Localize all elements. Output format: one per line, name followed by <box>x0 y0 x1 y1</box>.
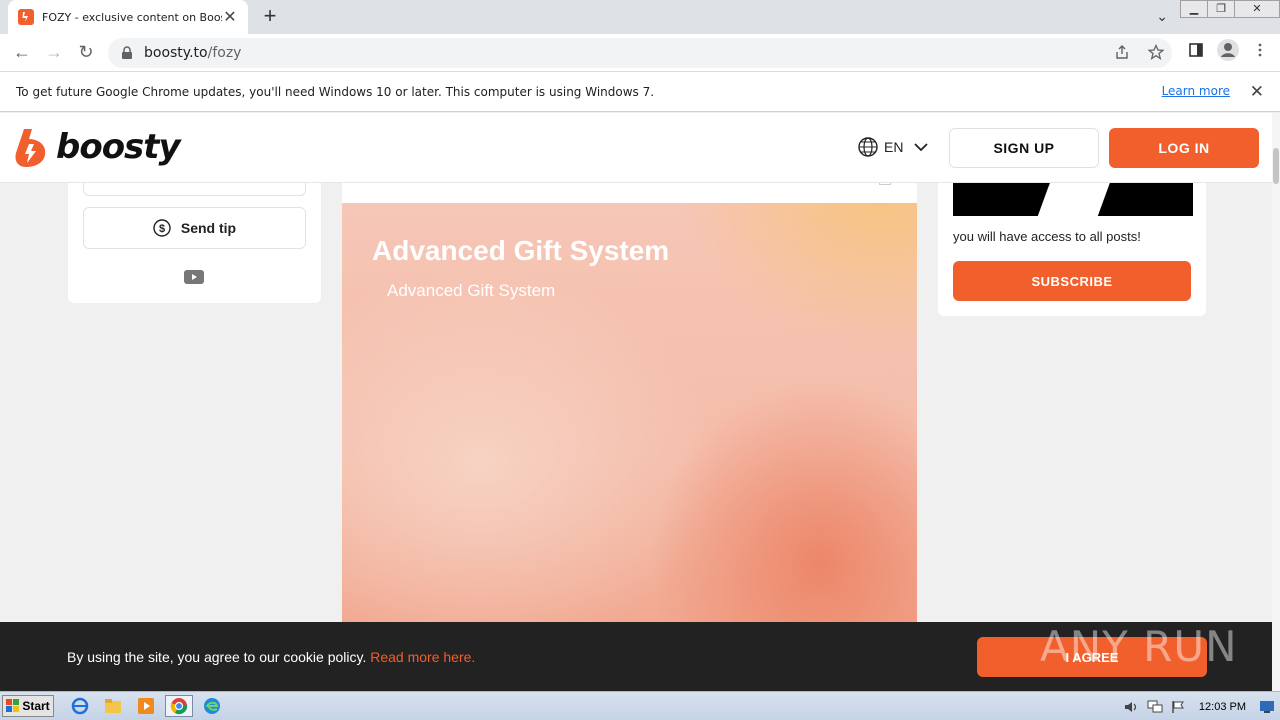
internet-explorer-icon[interactable] <box>66 695 94 717</box>
profile-avatar-icon[interactable] <box>1216 38 1240 62</box>
post-title: Advanced Gift System <box>372 235 670 266</box>
anyrun-watermark: ANY RUN <box>1040 622 1238 671</box>
page-scrollbar[interactable] <box>1272 113 1280 691</box>
page-viewport: $ Send tip Advanced Gift System Advanced… <box>0 113 1272 691</box>
taskbar-clock[interactable]: 12:03 PM <box>1199 701 1246 713</box>
cookie-policy-link[interactable]: Read more here. <box>370 649 475 665</box>
tab-search-chevron-icon[interactable]: ⌄ <box>1156 8 1168 25</box>
action-center-flag-icon[interactable] <box>1171 700 1185 714</box>
start-label: Start <box>22 699 50 713</box>
show-desktop-icon[interactable] <box>1260 700 1274 714</box>
boosty-logo-icon <box>15 129 46 167</box>
learn-more-link[interactable]: Learn more <box>1162 84 1230 98</box>
minimize-icon[interactable]: ▁ <box>1180 0 1208 18</box>
infobar-close-icon[interactable]: ✕ <box>1250 82 1264 102</box>
window-controls: ▁ ❐ ✕ <box>1180 0 1280 18</box>
chrome-icon[interactable] <box>165 695 193 717</box>
browser-toolbar: ← → ↻ boosty.to/fozy <box>0 34 1280 72</box>
windows-taskbar: Start 12:03 PM <box>0 691 1280 720</box>
site-header: boosty EN SIGN UP LOG IN <box>0 113 1272 183</box>
edge-icon[interactable] <box>198 695 226 717</box>
restore-icon[interactable]: ❐ <box>1207 0 1235 18</box>
side-panel-icon[interactable] <box>1188 42 1204 58</box>
scrollbar-thumb[interactable] <box>1273 148 1279 184</box>
system-tray: 12:03 PM <box>1123 692 1280 720</box>
send-tip-button[interactable]: $ Send tip <box>83 207 306 249</box>
url-text: boosty.to/fozy <box>144 45 242 61</box>
language-selector[interactable]: EN <box>858 137 929 157</box>
chevron-down-icon <box>914 143 929 152</box>
sign-up-button[interactable]: SIGN UP <box>949 128 1099 168</box>
new-tab-icon[interactable]: + <box>258 5 282 29</box>
boosty-favicon-icon <box>18 9 34 25</box>
back-icon[interactable]: ← <box>6 37 38 69</box>
file-explorer-icon[interactable] <box>99 695 127 717</box>
lock-icon <box>122 46 132 59</box>
windows-logo-icon <box>6 699 20 712</box>
share-icon[interactable] <box>1114 44 1130 60</box>
subscribe-button[interactable]: SUBSCRIBE <box>953 261 1191 301</box>
logo-text: boosty <box>56 127 181 167</box>
globe-icon <box>858 137 878 157</box>
boosty-logo[interactable]: boosty <box>14 127 181 167</box>
bookmark-star-icon[interactable] <box>1148 44 1164 60</box>
address-bar[interactable]: boosty.to/fozy <box>108 38 1172 68</box>
cookie-text: By using the site, you agree to our cook… <box>67 649 476 665</box>
log-in-button[interactable]: LOG IN <box>1109 128 1259 168</box>
post-cover-image: Advanced Gift System Advanced Gift Syste… <box>342 203 917 691</box>
forward-icon[interactable]: → <box>38 37 70 69</box>
send-tip-label: Send tip <box>180 220 237 236</box>
media-player-icon[interactable] <box>132 695 160 717</box>
youtube-icon[interactable] <box>184 270 204 284</box>
start-button[interactable]: Start <box>2 695 54 717</box>
cookie-banner: By using the site, you agree to our cook… <box>0 622 1272 691</box>
volume-icon[interactable] <box>1123 700 1139 714</box>
tab-strip: FOZY - exclusive content on Boosty ✕ + ⌄… <box>0 0 1280 34</box>
access-text: you will have access to all posts! <box>953 229 1141 244</box>
menu-kebab-icon[interactable] <box>1252 42 1268 58</box>
update-infobar: To get future Google Chrome updates, you… <box>0 72 1280 112</box>
window-close-icon[interactable]: ✕ <box>1234 0 1280 18</box>
reload-icon[interactable]: ↻ <box>70 37 102 69</box>
browser-tab[interactable]: FOZY - exclusive content on Boosty ✕ <box>8 0 248 34</box>
network-icon[interactable] <box>1147 700 1163 714</box>
tab-close-icon[interactable]: ✕ <box>222 7 238 27</box>
post-subtitle: Advanced Gift System <box>387 281 556 300</box>
svg-text:$: $ <box>159 223 165 235</box>
infobar-message: To get future Google Chrome updates, you… <box>16 84 655 99</box>
tab-title: FOZY - exclusive content on Boosty <box>42 10 222 24</box>
dollar-coin-icon: $ <box>153 219 171 237</box>
language-label: EN <box>884 139 904 155</box>
